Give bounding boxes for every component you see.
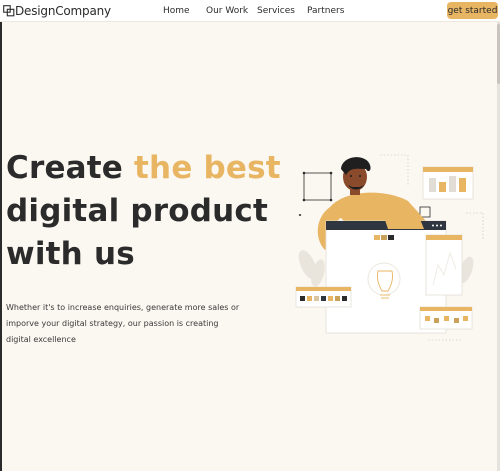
hero-title-plain: Create bbox=[6, 150, 135, 186]
nav-link-partners[interactable]: Partners bbox=[307, 6, 344, 16]
layered-squares-icon bbox=[3, 5, 15, 17]
hero-title-line2: digital product bbox=[6, 193, 269, 229]
brand-name: DesignCompany bbox=[15, 4, 111, 18]
designer-presenting-board-illustration bbox=[295, 154, 484, 341]
hero-title: Create the best digital product with us bbox=[6, 147, 286, 276]
nav-link-home[interactable]: Home bbox=[163, 6, 190, 16]
hero-description: Whether it's to increase enquiries, gene… bbox=[6, 303, 240, 344]
window-edge bbox=[0, 0, 2, 471]
hero-title-accent: the best bbox=[134, 150, 281, 186]
nav-link-our-work[interactable]: Our Work bbox=[206, 6, 248, 16]
hero-title-line3: with us bbox=[6, 236, 135, 272]
hero-title-line1: Create the best bbox=[6, 150, 281, 186]
brand-logo[interactable]: DesignCompany bbox=[3, 3, 111, 19]
get-started-button[interactable]: get started bbox=[447, 2, 498, 19]
navbar: DesignCompany Home Our Work Services Par… bbox=[0, 0, 500, 22]
nav-link-services[interactable]: Services bbox=[257, 6, 295, 16]
